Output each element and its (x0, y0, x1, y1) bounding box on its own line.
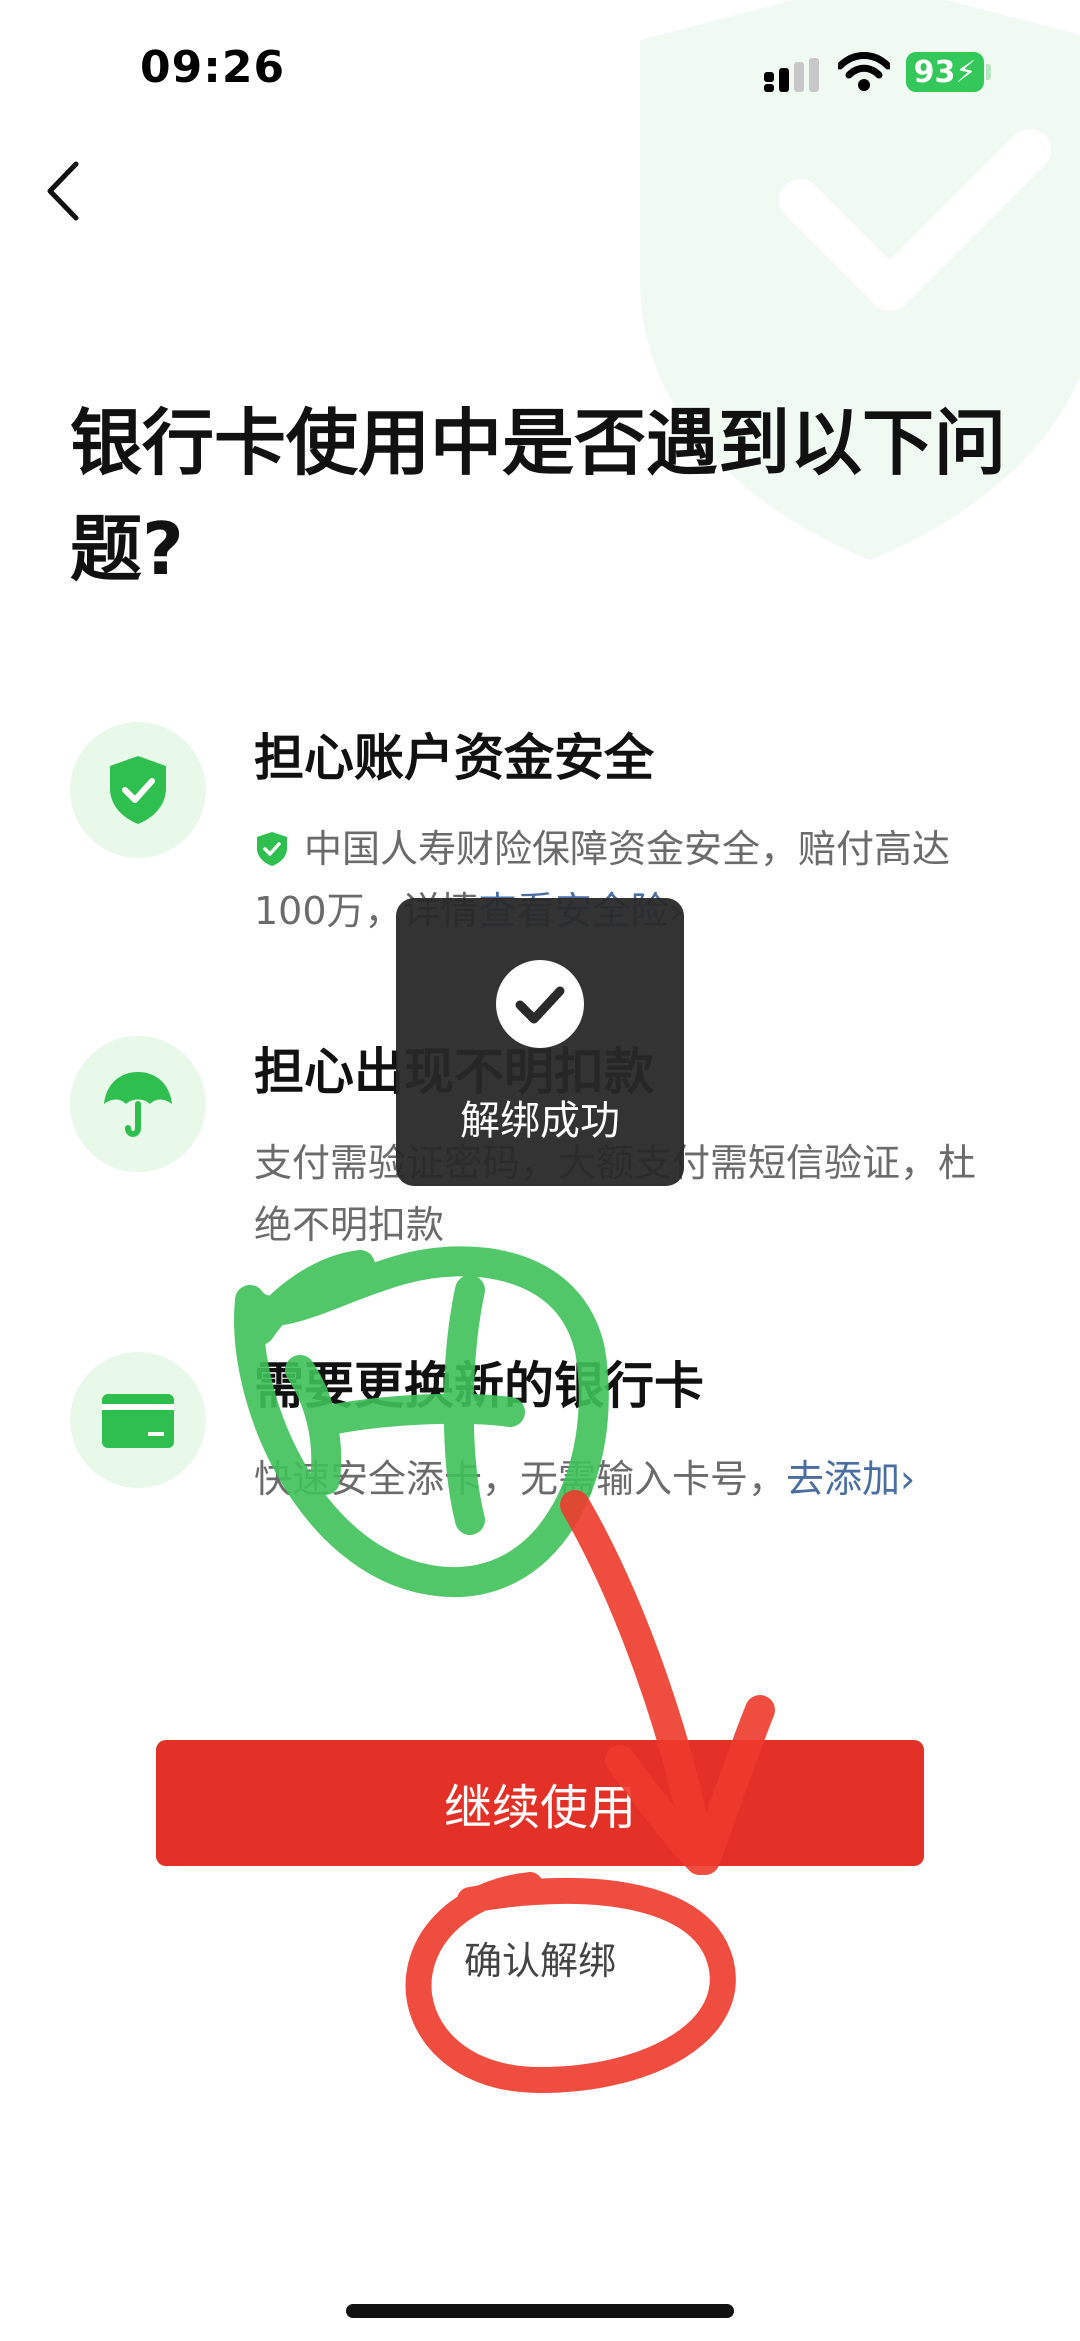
item-desc-text: 快速安全添卡，无需输入卡号， (254, 1457, 787, 1501)
shield-icon-badge (70, 722, 206, 858)
card-icon-badge (70, 1352, 206, 1488)
confirm-unbind-button[interactable]: 确认解绑 (440, 1930, 640, 1985)
green-circle-scribble (234, 1246, 609, 1597)
chevron-right-icon: › (900, 1457, 916, 1501)
item-desc-new-card: 快速安全添卡，无需输入卡号，去添加› (254, 1448, 1014, 1510)
toast: 解绑成功 (396, 898, 684, 1186)
home-indicator (346, 2304, 734, 2318)
toast-text: 解绑成功 (460, 1098, 620, 1144)
continue-button[interactable]: 继续使用 (156, 1740, 924, 1866)
item-title-new-card: 需要更换新的银行卡 (254, 1357, 704, 1415)
wifi-icon (838, 52, 890, 91)
add-card-link[interactable]: 去添加› (786, 1457, 915, 1501)
small-shield-check-icon (257, 832, 287, 866)
card-icon (102, 1394, 174, 1448)
battery-tip (986, 64, 991, 80)
umbrella-icon (104, 1072, 172, 1137)
page-title: 银行卡使用中是否遇到以下问题? (70, 401, 1007, 591)
battery-level: 93 (913, 54, 956, 90)
umbrella-icon-badge (70, 1036, 206, 1172)
shield-check-icon (110, 756, 166, 824)
battery-charging-icon: 93 ⚡ (906, 52, 984, 92)
signal-icon (764, 58, 819, 92)
status-bar: 09:26 93 ⚡ (0, 0, 1080, 140)
item-title-fund-safety: 担心账户资金安全 (254, 729, 654, 787)
status-time: 09:26 (140, 42, 286, 93)
back-button[interactable] (40, 158, 90, 224)
checkmark-circle-icon (496, 960, 584, 1048)
